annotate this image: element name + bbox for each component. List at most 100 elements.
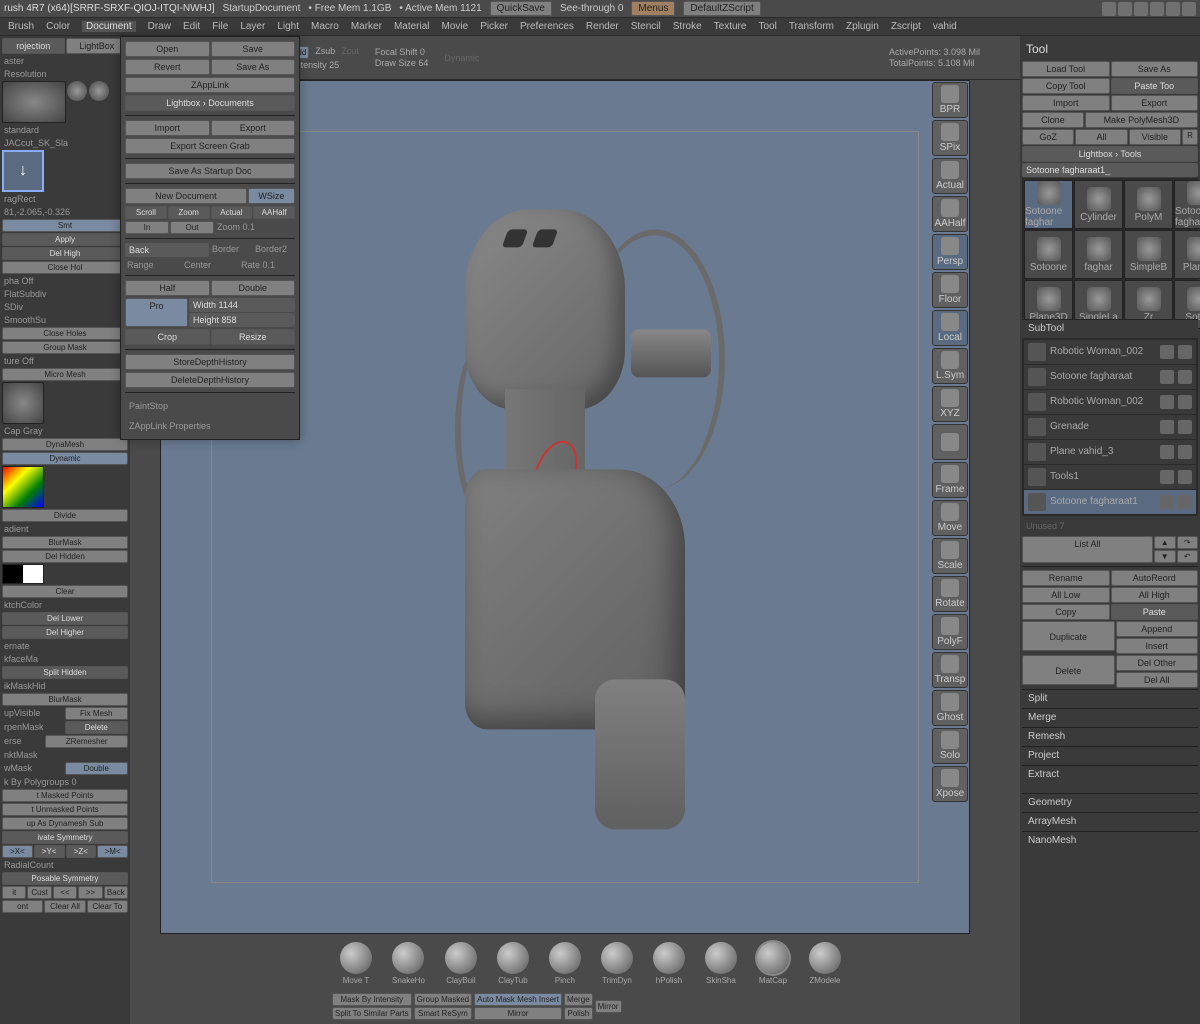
dynamic-button[interactable]: Dynamic	[2, 452, 128, 465]
projection-button[interactable]: rojection	[2, 38, 65, 54]
zoom-button[interactable]: Zoom	[168, 206, 210, 219]
ont-button[interactable]: ont	[2, 900, 43, 913]
subtool-item[interactable]: Plane vahid_3	[1024, 440, 1196, 464]
Local-icon[interactable]: Local	[932, 310, 968, 346]
geometry-section[interactable]: Geometry	[1022, 793, 1198, 811]
extract-section[interactable]: Extract	[1022, 765, 1198, 783]
Scale-icon[interactable]: Scale	[932, 538, 968, 574]
menu-texture[interactable]: Texture	[714, 21, 747, 32]
zapplink-button[interactable]: ZAppLink	[125, 77, 295, 93]
save-startup-doc-button[interactable]: Save As Startup Doc	[125, 163, 295, 179]
menu-picker[interactable]: Picker	[480, 21, 508, 32]
close-icon[interactable]	[1182, 2, 1196, 16]
move-up-icon[interactable]: ▲	[1154, 536, 1176, 549]
aahalf-button[interactable]: AAHalf	[253, 206, 295, 219]
Actual-icon[interactable]: Actual	[932, 158, 968, 194]
lock-icon[interactable]	[1150, 2, 1164, 16]
duplicate-button[interactable]: Duplicate	[1022, 621, 1115, 651]
subtool-item[interactable]: Tools1	[1024, 465, 1196, 489]
autoreorder-button[interactable]: AutoReord	[1111, 570, 1199, 586]
subtool-item[interactable]: Grenade	[1024, 415, 1196, 439]
rate-label[interactable]: Rate 0.1	[239, 259, 295, 271]
menu-tool[interactable]: Tool	[758, 21, 776, 32]
PolyF-icon[interactable]: PolyF	[932, 614, 968, 650]
brush-skinsha[interactable]: SkinSha	[705, 942, 737, 985]
menu-movie[interactable]: Movie	[442, 21, 469, 32]
activate-symmetry-button[interactable]: ivate Symmetry	[2, 831, 128, 844]
dynamesh-sub-button[interactable]: up As Dynamesh Sub	[2, 817, 128, 830]
menu-draw[interactable]: Draw	[148, 21, 171, 32]
masked-points-button[interactable]: t Masked Points	[2, 789, 128, 802]
brush-claytub[interactable]: ClayTub	[497, 942, 529, 985]
copy-button[interactable]: Copy	[1022, 604, 1110, 620]
save-button[interactable]: Save	[211, 41, 296, 57]
menu-transform[interactable]: Transform	[789, 21, 834, 32]
mirror-button[interactable]: Mirror	[474, 1007, 562, 1020]
layout-icon[interactable]	[1118, 2, 1132, 16]
viewport-icon[interactable]	[932, 424, 968, 460]
del-other-button[interactable]: Del Other	[1116, 655, 1199, 671]
merge-section[interactable]: Merge	[1022, 708, 1198, 726]
all-low-button[interactable]: All Low	[1022, 587, 1110, 603]
divide-button[interactable]: Divide	[2, 509, 128, 522]
tool-item[interactable]: Plane3	[1174, 230, 1200, 279]
m-sym-button[interactable]: >M<	[97, 845, 128, 858]
insert-button[interactable]: Insert	[1116, 638, 1199, 654]
SPix-icon[interactable]: SPix	[932, 120, 968, 156]
delete-button[interactable]: Delete	[1022, 655, 1115, 685]
brush-thumb[interactable]	[2, 81, 66, 123]
del-lower-button[interactable]: Del Lower	[2, 612, 128, 625]
paintstop-section[interactable]: PaintStop	[125, 397, 295, 415]
del-high-button[interactable]: Del High	[2, 247, 128, 260]
Ghost-icon[interactable]: Ghost	[932, 690, 968, 726]
dynamesh-button[interactable]: DynaMesh	[2, 438, 128, 451]
dynamic-label[interactable]: Dynamic	[444, 53, 479, 63]
move-down-icon[interactable]: ▼	[1154, 550, 1176, 563]
draw-size-label[interactable]: Draw Size 64	[375, 58, 429, 68]
apply-button[interactable]: Apply	[2, 233, 128, 246]
blurmask-button[interactable]: BlurMask	[2, 693, 128, 706]
del-higher-button[interactable]: Del Higher	[2, 626, 128, 639]
menu-layer[interactable]: Layer	[240, 21, 265, 32]
menu-stencil[interactable]: Stencil	[631, 21, 661, 32]
pro-button[interactable]: Pro	[125, 298, 188, 327]
merge-button[interactable]: Merge	[564, 993, 593, 1006]
new-document-button[interactable]: New Document	[125, 188, 247, 204]
prev-button[interactable]: <<	[53, 886, 77, 899]
subtool-item[interactable]: Sotoone fagharaat1	[1024, 490, 1196, 514]
home-icon[interactable]	[1166, 2, 1180, 16]
resize-button[interactable]: Resize	[211, 329, 296, 345]
auto-mask-mesh-button[interactable]: Auto Mask Mesh Insert	[474, 993, 562, 1006]
polish-button[interactable]: Polish	[564, 1007, 593, 1020]
menu-preferences[interactable]: Preferences	[520, 21, 574, 32]
wsize-button[interactable]: WSize	[248, 188, 295, 204]
blurmask-button[interactable]: BlurMask	[2, 536, 128, 549]
switch-color[interactable]	[2, 564, 44, 584]
tool-item[interactable]: Cylinder	[1074, 180, 1123, 229]
Xpose-icon[interactable]: Xpose	[932, 766, 968, 802]
L.Sym-icon[interactable]: L.Sym	[932, 348, 968, 384]
all-high-button[interactable]: All High	[1111, 587, 1199, 603]
export-button[interactable]: Export	[211, 120, 296, 136]
Floor-icon[interactable]: Floor	[932, 272, 968, 308]
menu-document[interactable]: Document	[82, 21, 136, 32]
menu-file[interactable]: File	[212, 21, 228, 32]
tool-item[interactable]: Sotoone	[1024, 230, 1073, 279]
zremesher-button[interactable]: ZRemesher	[45, 735, 128, 748]
tool-item[interactable]: Sotoone faghar	[1174, 180, 1200, 229]
clone-button[interactable]: Clone	[1022, 112, 1084, 128]
make-polymesh-button[interactable]: Make PolyMesh3D	[1085, 112, 1198, 128]
tool-name-field[interactable]: Sotoone fagharaat1_	[1022, 163, 1198, 177]
subtool-section[interactable]: SubTool	[1022, 319, 1198, 337]
subtool-item[interactable]: Sotoone fagharaat	[1024, 365, 1196, 389]
BPR-icon[interactable]: BPR	[932, 82, 968, 118]
import-button[interactable]: Import	[125, 120, 210, 136]
Frame-icon[interactable]: Frame	[932, 462, 968, 498]
zsub-button[interactable]: Zsub	[315, 46, 335, 59]
zcut-button[interactable]: Zcut	[341, 46, 359, 59]
export-button[interactable]: Export	[1111, 95, 1199, 111]
menu-zplugin[interactable]: Zplugin	[846, 21, 879, 32]
mirror2-button[interactable]: Mirror	[595, 1000, 622, 1013]
width-field[interactable]: Width 1144	[189, 298, 295, 312]
posable-symmetry-button[interactable]: Posable Symmetry	[2, 872, 128, 885]
